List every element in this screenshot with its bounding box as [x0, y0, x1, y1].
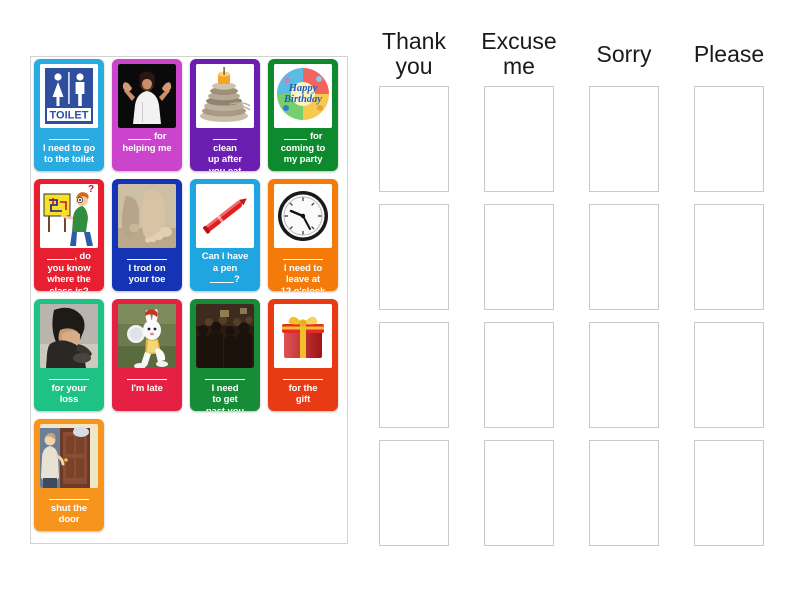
- drop-zone-excuse-me-2[interactable]: [484, 204, 554, 310]
- crying-man-photo: [40, 304, 98, 368]
- card-caption: for coming to my party: [280, 131, 326, 165]
- column-sorry: Sorry: [580, 22, 668, 578]
- column-title-sorry: Sorry: [596, 40, 652, 67]
- card-cleanup[interactable]: clean up after you eat: [190, 59, 260, 171]
- card-caption: I need to get past you: [190, 368, 260, 411]
- drop-zone-sorry-2[interactable]: [589, 204, 659, 310]
- drop-zone-thank-you-1[interactable]: [379, 86, 449, 192]
- card-caption: I trod on your toe: [112, 248, 182, 291]
- dirty-plates-photo: [196, 64, 254, 128]
- drop-zone-thank-you-4[interactable]: [379, 440, 449, 546]
- column-excuse-me: Excuse me: [475, 22, 563, 578]
- card-pastyou[interactable]: I need to get past you: [190, 299, 260, 411]
- card-caption: clean up after you eat: [190, 128, 260, 171]
- card-caption: , do you know where the class is?: [47, 251, 91, 291]
- column-title-please: Please: [693, 40, 765, 67]
- drop-zone-excuse-me-3[interactable]: [484, 322, 554, 428]
- red-pen-photo: [196, 184, 254, 248]
- card-caption: I'm late: [112, 368, 182, 411]
- activity-stage: TOILET I need to go to the toilet for help…: [0, 0, 800, 600]
- card-caption: I need to go to the toilet: [34, 128, 104, 171]
- card-pen[interactable]: Can I have a pen?: [190, 179, 260, 291]
- card-toilet[interactable]: TOILET I need to go to the toilet: [34, 59, 104, 171]
- sorting-board: Thank you Excuse me Sorry Please: [370, 22, 790, 578]
- toilet-sign-icon: TOILET: [40, 64, 98, 128]
- red-gift-box-photo: [274, 304, 332, 368]
- svg-text:Birthday: Birthday: [283, 94, 322, 105]
- card-caption: for helping me: [122, 131, 172, 154]
- card-door[interactable]: shut the door: [34, 419, 104, 531]
- card-leave[interactable]: I need to leave at 12 o'clock: [268, 179, 338, 291]
- drop-zone-sorry-1[interactable]: [589, 86, 659, 192]
- svg-text:?: ?: [88, 184, 94, 195]
- card-caption: for your loss: [34, 368, 104, 411]
- card-caption: Can I have a pen?: [201, 251, 249, 285]
- card-toe[interactable]: I trod on your toe: [112, 179, 182, 291]
- woman-shrugging-photo: [118, 64, 176, 128]
- drop-zone-excuse-me-4[interactable]: [484, 440, 554, 546]
- card-pool[interactable]: TOILET I need to go to the toilet for help…: [30, 56, 348, 544]
- man-reading-map-cartoon: ?: [40, 184, 98, 248]
- drop-zone-please-4[interactable]: [694, 440, 764, 546]
- happy-birthday-balloon: Happy Birthday: [274, 64, 332, 128]
- drop-zone-sorry-3[interactable]: [589, 322, 659, 428]
- svg-text:TOILET: TOILET: [50, 109, 89, 121]
- drop-zone-excuse-me-1[interactable]: [484, 86, 554, 192]
- card-helping[interactable]: for helping me: [112, 59, 182, 171]
- drop-zone-please-3[interactable]: [694, 322, 764, 428]
- card-gift[interactable]: for the gift: [268, 299, 338, 411]
- card-class[interactable]: ? , do you know where the class is?: [34, 179, 104, 291]
- drop-zone-please-1[interactable]: [694, 86, 764, 192]
- white-rabbit-cartoon: [118, 304, 176, 368]
- man-at-door-cartoon: [40, 424, 98, 488]
- drop-zone-sorry-4[interactable]: [589, 440, 659, 546]
- column-title-thank-you: Thank you: [382, 28, 446, 79]
- drop-zone-please-2[interactable]: [694, 204, 764, 310]
- svg-text:Happy: Happy: [288, 83, 318, 94]
- drop-zone-thank-you-3[interactable]: [379, 322, 449, 428]
- drop-zone-thank-you-2[interactable]: [379, 204, 449, 310]
- column-please: Please: [685, 22, 773, 578]
- card-caption: I need to leave at 12 o'clock: [268, 248, 338, 291]
- card-party[interactable]: Happy Birthday for coming to my party: [268, 59, 338, 171]
- card-caption: for the gift: [268, 368, 338, 411]
- card-caption: shut the door: [34, 488, 104, 531]
- bare-feet-photo: [118, 184, 176, 248]
- crowd-photo: [196, 304, 254, 368]
- column-thank-you: Thank you: [370, 22, 458, 578]
- column-title-excuse-me: Excuse me: [481, 28, 557, 79]
- card-pool-grid: TOILET I need to go to the toilet for help…: [31, 57, 347, 543]
- card-loss[interactable]: for your loss: [34, 299, 104, 411]
- card-late[interactable]: I'm late: [112, 299, 182, 411]
- wall-clock-photo: [274, 184, 332, 248]
